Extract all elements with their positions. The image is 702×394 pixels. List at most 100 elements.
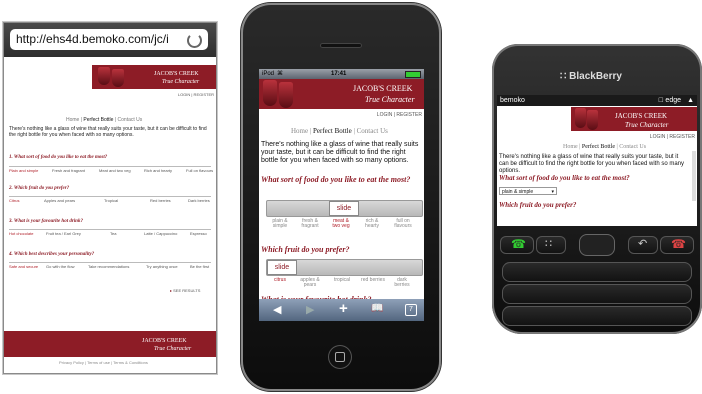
bookmarks-icon[interactable]: 📖 <box>371 303 383 314</box>
footer-logo-tagline: True Character <box>154 346 192 352</box>
android-nav: Home | Perfect Bottle | Contact Us <box>66 117 143 123</box>
question-2-slider[interactable]: slide <box>266 259 423 276</box>
footer-links[interactable]: Privacy Policy | Terms of use | Terms & … <box>59 361 148 365</box>
slider-thumb[interactable]: slide <box>267 260 297 275</box>
q1-option[interactable]: Rich and hearty <box>144 169 172 173</box>
q2-option[interactable]: red berries <box>361 278 385 283</box>
android-logo-banner: JACOB'S CREEK True Character <box>92 65 216 89</box>
nav-contact[interactable]: Contact Us <box>357 127 388 135</box>
blackberry-status-bar: bemoko □ edge ▲ <box>497 95 697 106</box>
bb-nav: Home | Perfect Bottle | Contact Us <box>563 144 647 150</box>
nav-home[interactable]: Home <box>563 144 578 150</box>
android-header: JACOB'S CREEK True Character LOGIN | REG… <box>4 57 216 105</box>
q1-option[interactable]: full on flavours <box>391 219 415 229</box>
forward-icon[interactable]: ▶ <box>306 303 314 316</box>
blackberry-screen: bemoko □ edge ▲ JACOB'S CREEK True Chara… <box>497 95 697 226</box>
question-1-slider[interactable]: slide <box>266 200 423 217</box>
q1-option[interactable]: Meat and two veg <box>99 169 131 173</box>
network-label: edge <box>665 97 681 104</box>
signal-icon: ▲ <box>687 97 694 104</box>
q2-option[interactable]: Apples and pears <box>44 199 75 203</box>
nav-contact[interactable]: Contact Us <box>619 144 646 150</box>
see-results-button[interactable]: ▸ SEE RESULTS <box>170 288 200 293</box>
q4-option[interactable]: Take recommendations <box>88 265 129 269</box>
q1-option-selected[interactable]: meat & two veg <box>329 219 353 229</box>
escape-key[interactable]: ↶ <box>628 236 658 254</box>
logo-tagline: True Character <box>365 95 415 104</box>
login-register-links[interactable]: LOGIN | REGISTER <box>377 113 422 118</box>
q1-select[interactable]: plain & simple ▾ <box>499 187 557 195</box>
q1-option[interactable]: plain & simple <box>269 219 291 229</box>
nav-contact[interactable]: Contact Us <box>118 117 143 123</box>
end-key[interactable]: ☎ <box>660 236 694 254</box>
iphone-nav: Home | Perfect Bottle | Contact Us <box>291 127 388 135</box>
slider-thumb[interactable]: slide <box>329 201 359 216</box>
q3-option[interactable]: Fruit tea / Earl Grey <box>46 232 81 236</box>
q1-option[interactable]: Plain and simple <box>9 169 38 173</box>
wine-glass-icon <box>587 110 598 130</box>
speaker-grille <box>320 43 362 48</box>
android-address-field[interactable]: http://ehs4d.bemoko.com/jc/i <box>10 29 208 50</box>
android-intro-text: There's nothing like a glass of wine tha… <box>9 126 207 138</box>
q1-option[interactable]: Full on flavours <box>186 169 213 173</box>
nav-home[interactable]: Home <box>66 117 79 123</box>
add-bookmark-icon[interactable]: + <box>339 300 348 317</box>
q4-option[interactable]: Be the first <box>190 265 209 269</box>
q1-option[interactable]: fresh & fragrant <box>299 219 321 229</box>
question-1: What sort of food do you like to eat the… <box>499 174 630 182</box>
logo-text[interactable]: JACOB'S CREEK <box>353 85 412 93</box>
safari-toolbar: ◀ ▶ + 📖 7 <box>259 299 424 321</box>
q2-option-selected[interactable]: citrus <box>269 278 291 283</box>
call-key[interactable]: ☎ <box>500 236 534 254</box>
q1-option[interactable]: Fresh and fragrant <box>52 169 85 173</box>
login-register-links[interactable]: LOGIN | REGISTER <box>178 93 214 97</box>
home-button[interactable] <box>329 346 351 368</box>
back-icon[interactable]: ◀ <box>273 303 281 316</box>
trackball[interactable] <box>579 234 615 256</box>
footer-logo-text: JACOB'S CREEK <box>142 338 187 344</box>
iphone-status-bar: iPod ⌘ 17:41 <box>259 69 424 79</box>
nav-perfect-bottle[interactable]: Perfect Bottle <box>313 127 352 135</box>
keyboard-row-3[interactable] <box>502 306 692 326</box>
question-2: Which fruit do you prefer? <box>261 245 350 254</box>
q2-option[interactable]: Tropical <box>104 199 118 203</box>
scrollbar[interactable] <box>692 151 696 201</box>
battery-icon <box>405 71 421 78</box>
menu-key[interactable]: ∷ <box>536 236 566 254</box>
login-register-links[interactable]: LOGIN | REGISTER <box>650 135 695 140</box>
blackberry-logo-icon: ∷ <box>560 71 570 82</box>
question-3-slider[interactable] <box>9 229 211 230</box>
q4-option[interactable]: Go with the flow <box>46 265 74 269</box>
q2-option[interactable]: apples & pears <box>299 278 321 288</box>
q3-option[interactable]: Espresso <box>190 232 207 236</box>
question-2-slider[interactable] <box>9 196 211 197</box>
q3-option[interactable]: Hot chocolate <box>9 232 33 236</box>
pages-icon[interactable]: 7 <box>405 304 417 316</box>
nav-perfect-bottle[interactable]: Perfect Bottle <box>582 144 615 150</box>
question-4-slider[interactable] <box>9 262 211 263</box>
q2-option[interactable]: tropical <box>331 278 353 283</box>
reload-icon[interactable] <box>187 33 202 48</box>
q4-option[interactable]: Try anything once <box>146 265 178 269</box>
iphone-intro-text: There's nothing like a glass of wine tha… <box>261 141 419 164</box>
keyboard-row-1[interactable] <box>502 262 692 282</box>
q2-option[interactable]: dark berries <box>391 278 413 288</box>
q3-option[interactable]: Latte / Cappuccino <box>144 232 177 236</box>
nav-home[interactable]: Home <box>291 127 308 135</box>
q1-option[interactable]: rich & hearty <box>361 219 383 229</box>
back-arrow-icon: ↶ <box>638 238 648 250</box>
q2-option[interactable]: Dark berries <box>188 199 210 203</box>
logo-tagline: True Character <box>625 121 669 129</box>
q2-option[interactable]: Red berries <box>150 199 171 203</box>
nav-perfect-bottle[interactable]: Perfect Bottle <box>83 117 113 123</box>
q2-option[interactable]: Citrus <box>9 199 19 203</box>
keyboard-row-2[interactable] <box>502 284 692 304</box>
q3-option[interactable]: Tea <box>110 232 116 236</box>
question-1-slider[interactable] <box>9 166 211 167</box>
logo-text[interactable]: JACOB'S CREEK <box>154 71 199 77</box>
logo-text[interactable]: JACOB'S CREEK <box>615 113 667 120</box>
lock-icon: □ <box>658 97 663 104</box>
blackberry-brand: ∷ BlackBerry <box>560 71 622 82</box>
q4-option[interactable]: Safe and secure <box>9 265 38 269</box>
blackberry-menu-icon: ∷ <box>545 238 552 250</box>
